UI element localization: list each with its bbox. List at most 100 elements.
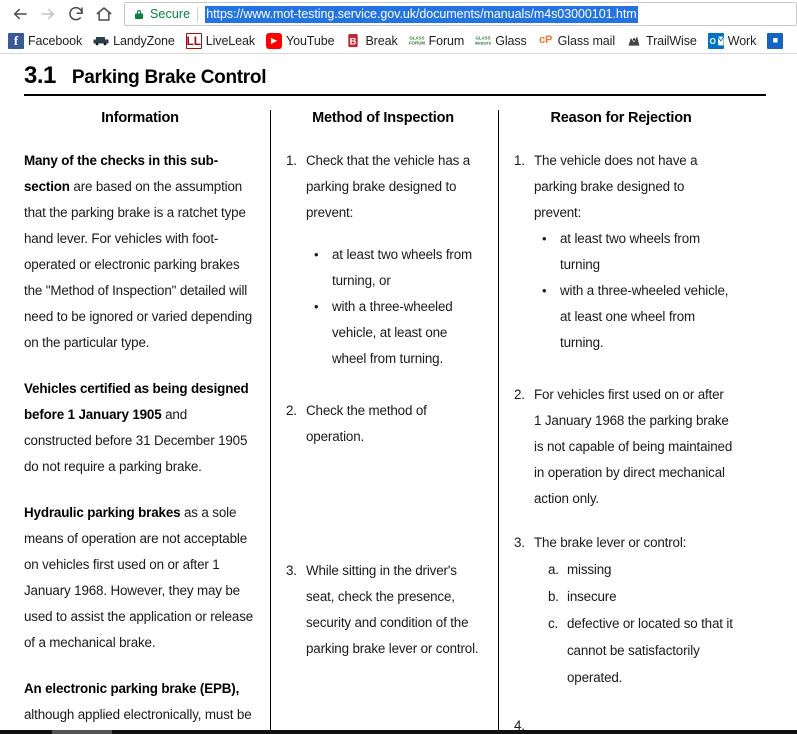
svg-text:GLASS: GLASS — [409, 35, 424, 40]
facebook-icon: f — [8, 32, 24, 49]
bookmark-trailwise[interactable]: TrailWise — [626, 32, 697, 49]
bookmark-label: Work — [727, 33, 757, 48]
column-header-reason-for-rejection: Reason for Rejection — [550, 110, 692, 126]
svg-text:B: B — [350, 36, 357, 46]
inspection-table: Information Many of the checks in this s… — [0, 110, 797, 734]
list-item-number: 1. — [514, 153, 525, 168]
bookmark-work[interactable]: O Work — [707, 32, 757, 49]
bullet-text: with a three-wheeled vehicle, at least o… — [560, 283, 729, 350]
reload-button[interactable] — [62, 1, 90, 27]
list-item: • at least two wheels from turning — [542, 226, 734, 278]
list-item: c. defective or located so that it canno… — [548, 610, 734, 691]
paragraph-lead-bold: Vehicles certified as being designed bef… — [24, 381, 249, 422]
sub-list-letter: c. — [548, 616, 559, 631]
list-item: 1. The vehicle does not have a parking b… — [514, 148, 734, 356]
browser-toolbar: Secure https://www.mot-testing.service.g… — [0, 0, 797, 28]
bullet-icon: • — [314, 299, 319, 314]
sub-list-text: defective or located so that it cannot b… — [567, 616, 733, 685]
column-reason-for-rejection: Reason for Rejection 1. The vehicle does… — [498, 110, 748, 734]
home-button[interactable] — [90, 1, 118, 27]
list-item: 2. Check the method of operation. — [286, 398, 484, 450]
bullet-icon: • — [314, 247, 319, 262]
list-item-text: The vehicle does not have a parking brak… — [534, 153, 698, 220]
back-button[interactable] — [6, 1, 34, 27]
list-item-number: 3. — [286, 563, 297, 578]
list-item: • at least two wheels from turning, or — [314, 242, 484, 294]
lock-icon — [133, 8, 145, 21]
bullet-text: with a three-wheeled vehicle, at least o… — [332, 299, 453, 366]
bookmark-overflow-cut-off[interactable]: ■ — [767, 32, 787, 49]
bookmark-break[interactable]: B Break — [345, 32, 398, 49]
list-item-number: 1. — [286, 153, 297, 168]
list-item: b. insecure — [548, 583, 734, 610]
sub-list: a. missing b. insecure c. defective or l… — [534, 556, 734, 691]
bookmark-label: Glass mail — [557, 33, 616, 48]
paragraph-lead-bold: An electronic parking brake (EPB), — [24, 681, 240, 696]
information-paragraph: Vehicles certified as being designed bef… — [24, 376, 256, 480]
list-item-number: 2. — [514, 387, 525, 402]
bookmark-landyzone[interactable]: LandyZone — [93, 32, 175, 49]
cpanel-icon: cP — [537, 32, 554, 49]
list-item: • with a three-wheeled vehicle, at least… — [542, 278, 734, 356]
list-item: 2. For vehicles first used on or after 1… — [514, 382, 734, 512]
bookmark-label: Forum — [428, 33, 465, 48]
bookmark-label: Break — [365, 33, 398, 48]
url-text[interactable]: https://www.mot-testing.service.gov.uk/d… — [205, 5, 638, 23]
forward-button[interactable] — [34, 1, 62, 27]
bookmark-glass[interactable]: GLASS WEBSITE Glass — [475, 32, 527, 49]
arrow-right-icon — [39, 5, 57, 23]
information-paragraph: Many of the checks in this sub-section a… — [24, 148, 256, 356]
paragraph-rest: are based on the assumption that the par… — [24, 179, 253, 350]
bookmark-label: LiveLeak — [205, 33, 256, 48]
sub-list-letter: a. — [548, 562, 559, 577]
bullet-text: at least two wheels from turning — [560, 231, 701, 272]
bookmark-forum[interactable]: GLASS FORUM Forum — [408, 32, 465, 49]
bullet-icon: • — [542, 231, 547, 246]
list-item-number: 3. — [514, 535, 525, 550]
liveleak-icon: LL — [185, 32, 202, 49]
reload-icon — [67, 5, 85, 23]
address-bar[interactable]: Secure https://www.mot-testing.service.g… — [124, 2, 797, 26]
page-content: 3.1 Parking Brake Control Information Ma… — [0, 54, 797, 734]
bookmarks-bar: f Facebook LandyZone LL LiveLeak ▶ YouTu… — [0, 28, 797, 54]
bullet-icon: • — [542, 283, 547, 298]
glass-forum-icon: GLASS FORUM — [408, 32, 425, 49]
bookmark-youtube[interactable]: ▶ YouTube — [266, 32, 335, 49]
bookmark-label: LandyZone — [113, 33, 175, 48]
outlook-icon: O — [707, 32, 724, 49]
scrollbar-thumb[interactable] — [52, 730, 112, 734]
bookmark-label: Glass — [495, 33, 527, 48]
bookmark-label: YouTube — [286, 33, 335, 48]
list-item: • with a three-wheeled vehicle, at least… — [314, 294, 484, 372]
list-item: 3. The brake lever or control: a. missin… — [514, 530, 734, 691]
information-paragraph: Hydraulic parking brakes as a sole means… — [24, 500, 256, 656]
bullet-list: • at least two wheels from turning, or •… — [306, 242, 484, 372]
bookmark-facebook[interactable]: f Facebook — [8, 32, 83, 49]
omnibox-separator — [197, 6, 199, 22]
bookmark-glass-mail[interactable]: cP Glass mail — [537, 32, 616, 49]
column-divider — [270, 110, 271, 730]
youtube-icon: ▶ — [266, 32, 283, 49]
section-number: 3.1 — [24, 62, 56, 89]
list-item: 1. Check that the vehicle has a parking … — [286, 148, 484, 372]
bullet-list: • at least two wheels from turning • wit… — [534, 226, 734, 356]
browser-chrome: Secure https://www.mot-testing.service.g… — [0, 0, 797, 54]
svg-text:GLASS: GLASS — [476, 35, 491, 40]
page-title: Parking Brake Control — [71, 67, 267, 88]
document-title-block: 3.1 Parking Brake Control — [24, 54, 766, 96]
bookmark-liveleak[interactable]: LL LiveLeak — [185, 32, 256, 49]
list-item-text: For vehicles first used on or after 1 Ja… — [534, 387, 733, 506]
landrover-icon — [93, 32, 110, 49]
bookmark-label: Facebook — [28, 33, 83, 48]
method-list: 1. Check that the vehicle has a parking … — [286, 148, 484, 734]
horizontal-scrollbar[interactable] — [0, 730, 797, 734]
paragraph-rest: as a sole means of operation are not acc… — [24, 505, 254, 650]
svg-text:WEBSITE: WEBSITE — [475, 41, 491, 45]
bookmark-label: TrailWise — [646, 33, 697, 48]
security-status-label: Secure — [150, 7, 191, 21]
list-item-text: Check that the vehicle has a parking bra… — [306, 153, 471, 220]
home-icon — [95, 5, 113, 23]
column-method-of-inspection: Method of Inspection 1. Check that the v… — [270, 110, 498, 734]
list-item-text: While sitting in the driver's seat, chec… — [306, 563, 479, 656]
list-item: 3. While sitting in the driver's seat, c… — [286, 558, 484, 662]
